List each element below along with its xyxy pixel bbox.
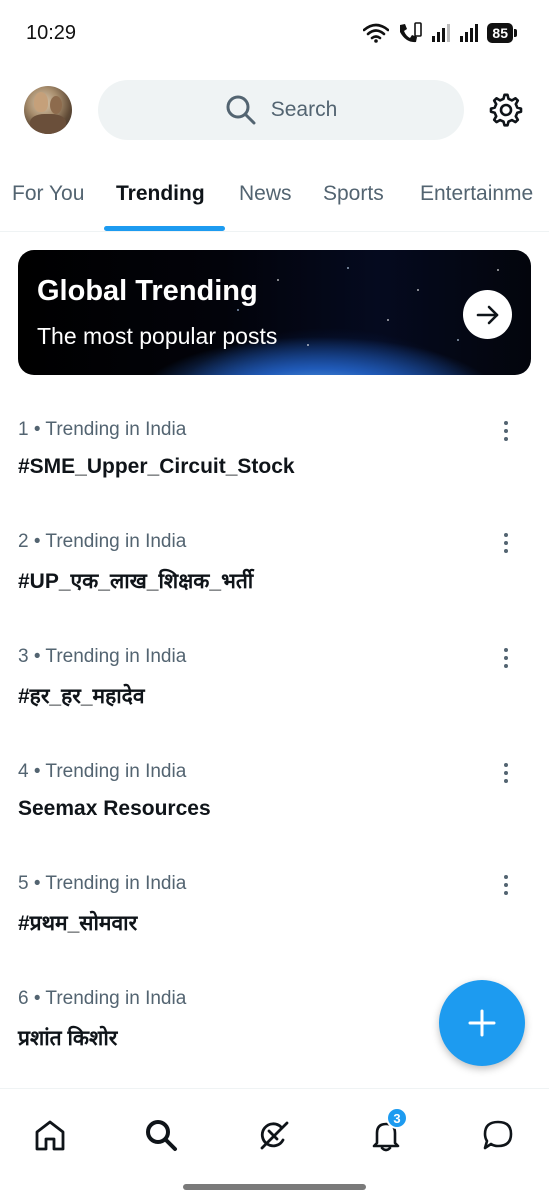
search-input[interactable]: Search — [98, 80, 464, 140]
banner-arrow-button[interactable] — [463, 290, 512, 339]
arrow-right-icon — [476, 305, 498, 324]
nav-explore[interactable] — [141, 1115, 181, 1155]
battery-indicator: 85 — [487, 23, 517, 43]
more-options-icon[interactable] — [496, 529, 516, 557]
grok-icon — [260, 1121, 289, 1150]
tab-news[interactable]: News — [239, 182, 292, 206]
more-options-icon[interactable] — [496, 759, 516, 787]
notification-count-badge: 3 — [386, 1107, 408, 1129]
wifi-icon — [363, 23, 390, 43]
status-time: 10:29 — [26, 22, 77, 44]
trend-item[interactable]: 4 • Trending in India Seemax Resources — [0, 761, 549, 873]
more-options-icon[interactable] — [496, 417, 516, 445]
avatar-figure — [30, 114, 66, 134]
trend-item[interactable]: 1 • Trending in India #SME_Upper_Circuit… — [0, 419, 549, 531]
search-icon — [146, 1120, 177, 1151]
status-icons: 85 — [363, 22, 517, 44]
banner-subtitle: The most popular posts — [37, 323, 278, 349]
compose-post-button[interactable] — [439, 980, 525, 1066]
trend-meta: 6 • Trending in India — [18, 988, 187, 1009]
trend-meta: 4 • Trending in India — [18, 761, 187, 782]
messages-icon — [483, 1120, 513, 1150]
tab-sports[interactable]: Sports — [323, 182, 384, 206]
avatar-figure — [50, 96, 62, 114]
search-icon — [226, 95, 256, 125]
more-options-icon[interactable] — [496, 871, 516, 899]
tab-for-you[interactable]: For You — [12, 182, 84, 206]
trend-name: #UP_एक_लाख_शिक्षक_भर्ती — [18, 570, 254, 593]
global-trending-banner[interactable]: Global Trending The most popular posts — [18, 250, 531, 375]
nav-grok[interactable] — [254, 1115, 294, 1155]
nav-messages[interactable] — [478, 1115, 518, 1155]
trend-meta: 3 • Trending in India — [18, 646, 187, 667]
banner-title: Global Trending — [37, 275, 258, 307]
tab-trending[interactable]: Trending — [116, 182, 205, 206]
nav-notifications[interactable]: 3 — [366, 1107, 408, 1155]
trend-name: #प्रथम_सोमवार — [18, 912, 138, 935]
plus-icon — [468, 1009, 496, 1037]
settings-button[interactable] — [487, 91, 525, 129]
banner-background-image — [18, 250, 531, 375]
signal-icon-2 — [460, 24, 479, 42]
trend-name: प्रशांत किशोर — [18, 1027, 118, 1050]
trend-item[interactable]: 3 • Trending in India #हर_हर_महादेव — [0, 646, 549, 758]
avatar[interactable] — [24, 86, 72, 134]
volte-call-icon — [400, 22, 423, 43]
trend-item[interactable]: 2 • Trending in India #UP_एक_लाख_शिक्षक_… — [0, 531, 549, 643]
tab-bar: For You Trending News Sports Entertainme — [0, 168, 549, 232]
avatar-figure — [34, 92, 48, 112]
trend-name: #SME_Upper_Circuit_Stock — [18, 455, 295, 478]
signal-icon-1 — [432, 24, 451, 42]
more-options-icon[interactable] — [496, 644, 516, 672]
gear-icon — [489, 93, 523, 127]
trend-meta: 1 • Trending in India — [18, 419, 187, 440]
trend-meta: 2 • Trending in India — [18, 531, 187, 552]
home-icon — [35, 1120, 65, 1151]
active-tab-indicator — [104, 226, 225, 231]
home-indicator-bar[interactable] — [183, 1184, 366, 1190]
trend-name: #हर_हर_महादेव — [18, 685, 145, 708]
nav-home[interactable] — [30, 1115, 70, 1155]
trend-meta: 5 • Trending in India — [18, 873, 187, 894]
trend-name: Seemax Resources — [18, 797, 211, 820]
trend-item[interactable]: 5 • Trending in India #प्रथम_सोमवार — [0, 873, 549, 985]
status-bar: 10:29 85 — [0, 0, 549, 66]
search-placeholder: Search — [270, 98, 338, 121]
tab-entertainment[interactable]: Entertainme — [420, 182, 533, 206]
